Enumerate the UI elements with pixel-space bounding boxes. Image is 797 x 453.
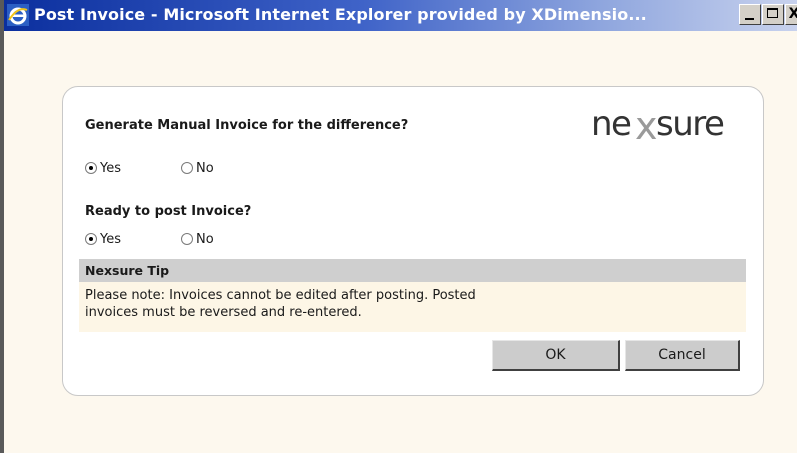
internet-explorer-icon xyxy=(7,4,29,26)
ok-button[interactable]: OK xyxy=(492,340,620,371)
ready-to-post-question: Ready to post Invoice? xyxy=(85,204,252,219)
radio-unchecked-icon xyxy=(181,233,193,245)
minimize-icon xyxy=(745,18,754,20)
window-title: Post Invoice - Microsoft Internet Explor… xyxy=(34,5,647,24)
radio-checked-icon xyxy=(85,233,97,245)
radio-unchecked-icon xyxy=(181,162,193,174)
title-bar[interactable]: Post Invoice - Microsoft Internet Explor… xyxy=(4,0,797,31)
logo-text-post: sure xyxy=(656,104,724,144)
cancel-button[interactable]: Cancel xyxy=(625,340,740,371)
tip-line-1: Please note: Invoices cannot be edited a… xyxy=(85,288,476,303)
logo-text-pre: ne xyxy=(591,104,631,144)
nexsure-logo: ne x sure xyxy=(591,104,725,148)
tip-body: Please note: Invoices cannot be edited a… xyxy=(79,282,746,332)
logo-text-x: x xyxy=(635,104,658,148)
minimize-button[interactable] xyxy=(739,4,761,25)
browser-window: Post Invoice - Microsoft Internet Explor… xyxy=(0,0,797,453)
manual-invoice-question: Generate Manual Invoice for the differen… xyxy=(85,118,409,133)
ready-to-post-no-label: No xyxy=(196,232,214,247)
manual-invoice-no-label: No xyxy=(196,161,214,176)
close-icon: X xyxy=(788,6,797,22)
tip-line-2: invoices must be reversed and re-entered… xyxy=(85,305,362,320)
maximize-button[interactable] xyxy=(762,4,784,25)
ready-to-post-yes-label: Yes xyxy=(100,232,121,247)
manual-invoice-yes-label: Yes xyxy=(100,161,121,176)
tip-header: Nexsure Tip xyxy=(79,259,746,282)
close-button[interactable]: X xyxy=(785,4,797,25)
radio-checked-icon xyxy=(85,162,97,174)
maximize-icon xyxy=(767,8,778,18)
